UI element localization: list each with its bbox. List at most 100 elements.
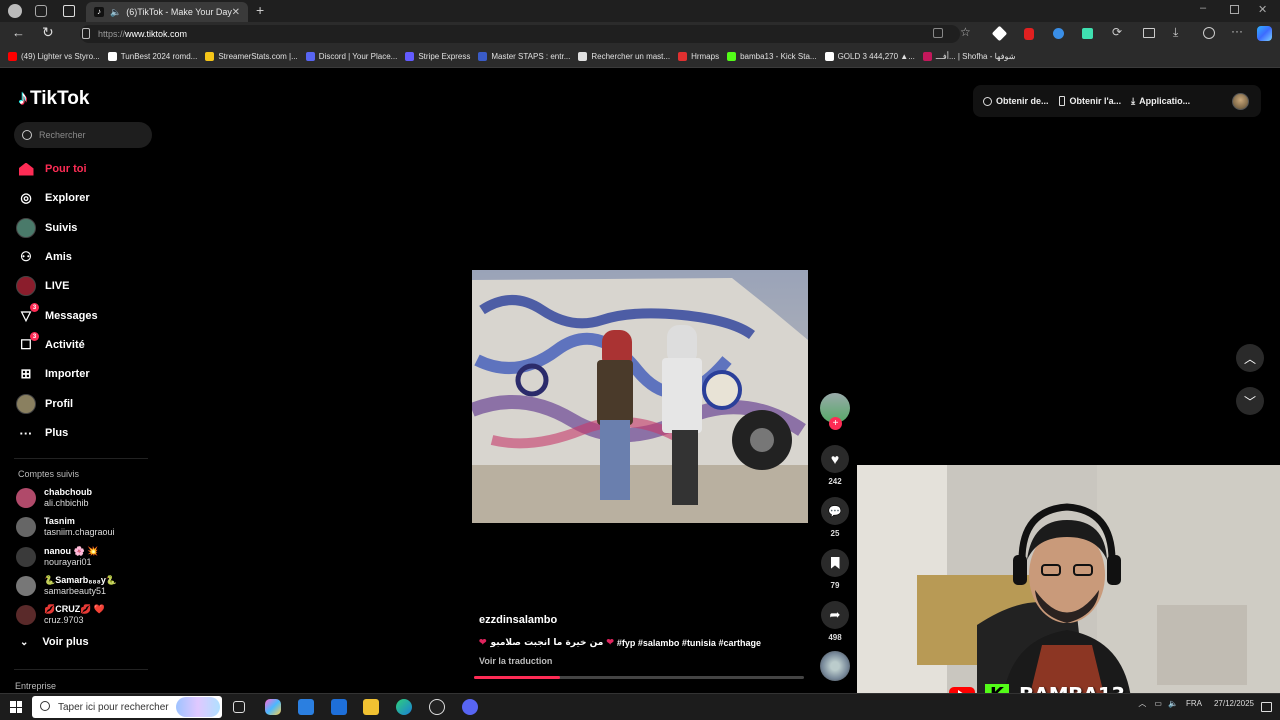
music-disc[interactable]: [820, 651, 850, 681]
followed-account[interactable]: Tasnim tasniim.chagraoui: [16, 514, 156, 540]
sidebar-item-upload[interactable]: ⊞ Importer: [16, 363, 90, 385]
speaker-icon[interactable]: 🔈: [110, 7, 121, 18]
followed-account[interactable]: chabchoub ali.chbichib: [16, 485, 156, 511]
search-input[interactable]: Rechercher: [14, 122, 152, 148]
get-app-button[interactable]: Obtenir l'a...: [1058, 96, 1121, 106]
notifications-icon[interactable]: [1261, 702, 1272, 712]
save-action[interactable]: 79: [821, 549, 849, 590]
read-aloud-icon[interactable]: [933, 28, 943, 38]
bookmark-item[interactable]: (49) Lighter vs Styro...: [8, 52, 100, 61]
extensions-icon[interactable]: ⟳: [1112, 25, 1122, 39]
messages-icon: ▽ 3: [16, 303, 39, 326]
caption-tags[interactable]: #fyp #salambo #tunisia #carthage: [617, 638, 761, 648]
bookmark-item[interactable]: GOLD 3 444,270 ▲...: [824, 52, 915, 61]
bookmark-icon[interactable]: [821, 549, 849, 577]
new-tab-icon[interactable]: +: [256, 2, 264, 18]
store-icon[interactable]: [298, 699, 314, 715]
extension-4-icon[interactable]: [1082, 28, 1093, 39]
sidebar-item-compass[interactable]: ◎ Explorer: [16, 187, 89, 209]
video-author[interactable]: ezzdinsalambo: [479, 614, 557, 626]
sidebar-item-live[interactable]: LIVE: [16, 275, 69, 297]
performance-icon[interactable]: [1203, 27, 1215, 39]
video-progress-bar[interactable]: [474, 676, 804, 679]
favorite-star-icon[interactable]: ☆: [960, 25, 971, 39]
network-icon[interactable]: ▭: [1154, 699, 1162, 708]
task-view-icon[interactable]: [233, 701, 245, 713]
bookmark-item[interactable]: bamba13 - Kick Sta...: [727, 52, 817, 61]
back-icon[interactable]: ←: [12, 25, 25, 40]
refresh-icon[interactable]: ↻: [42, 24, 54, 41]
clock-date[interactable]: 27/12/2025: [1214, 699, 1254, 708]
bookmark-item[interactable]: Master STAPS : entr...: [478, 52, 570, 61]
share-icon[interactable]: ➦: [821, 601, 849, 629]
sidebar-item-following[interactable]: Suivis: [16, 217, 77, 239]
translate-link[interactable]: Voir la traduction: [479, 656, 552, 666]
heart-icon[interactable]: ♥: [821, 445, 849, 473]
sidebar-item-activity[interactable]: ☐ 3 Activité: [16, 332, 85, 356]
extension-3-icon[interactable]: [1053, 28, 1064, 39]
user-avatar[interactable]: [1232, 93, 1249, 110]
extension-1-icon[interactable]: [991, 25, 1008, 42]
bookmark-item[interactable]: TunBest 2024 romd...: [107, 52, 198, 61]
minimize-icon[interactable]: –: [1200, 2, 1206, 14]
split-screen-icon[interactable]: [1143, 28, 1155, 38]
tiktok-logo[interactable]: ♪ TikTok: [18, 87, 89, 110]
next-video-button[interactable]: ﹀: [1236, 387, 1264, 415]
desktop-app-button[interactable]: ⤓ Applicatio...: [1131, 96, 1190, 107]
bookmark-item[interactable]: Discord | Your Place...: [305, 52, 397, 61]
previous-video-button[interactable]: ︿: [1236, 344, 1264, 372]
sidebar-item-home[interactable]: Pour toi: [16, 158, 87, 180]
extension-2-icon[interactable]: [1024, 28, 1034, 40]
bookmark-label: TunBest 2024 romd...: [120, 52, 198, 61]
tab-tiktok[interactable]: ♪ 🔈 (6)TikTok - Make Your Day ✕: [86, 2, 248, 22]
share-action[interactable]: ➦ 498: [821, 601, 849, 642]
edge-icon[interactable]: [396, 699, 412, 715]
windows-start-icon[interactable]: [10, 701, 22, 713]
bookmark-favicon-icon: [922, 52, 932, 61]
sidebar-item-more[interactable]: ··· Plus: [16, 422, 69, 444]
bookmark-item[interactable]: Hrmaps: [678, 52, 719, 61]
get-coins-button[interactable]: Obtenir de...: [983, 96, 1049, 106]
file-explorer-icon[interactable]: [363, 699, 379, 715]
copilot-icon[interactable]: [1257, 26, 1272, 41]
workspaces-icon[interactable]: [35, 5, 47, 17]
settings-more-icon[interactable]: ···: [1231, 24, 1243, 38]
tray-chevron-icon[interactable]: ︿: [1138, 698, 1146, 709]
top-actions: Obtenir de... Obtenir l'a... ⤓ Applicati…: [973, 85, 1261, 117]
url-input[interactable]: https://www.tiktok.com ☆: [80, 25, 971, 43]
language-indicator[interactable]: FRA: [1186, 699, 1202, 708]
followed-account[interactable]: 🐍Samarb₈₈₈y🐍 samarbeauty51: [16, 573, 156, 599]
bookmark-label: أفـــ... | Shofha - شوفها: [935, 52, 1016, 61]
comment-action[interactable]: 💬 25: [821, 497, 849, 538]
taskbar-search-input[interactable]: Taper ici pour rechercher: [32, 696, 222, 718]
tab-actions-icon[interactable]: [63, 5, 75, 17]
bookmark-item[interactable]: Rechercher un mast...: [578, 52, 670, 61]
profile-avatar-icon[interactable]: [8, 4, 22, 18]
close-tab-icon[interactable]: ✕: [232, 7, 240, 18]
follow-plus-icon[interactable]: +: [829, 417, 842, 430]
video-player[interactable]: [472, 270, 808, 523]
like-action[interactable]: ♥ 242: [821, 445, 849, 486]
downloads-icon[interactable]: ⤓: [1173, 25, 1178, 40]
bookmark-item[interactable]: StreamerStats.com |...: [205, 52, 298, 61]
see-more-button[interactable]: ⌄ Voir plus: [20, 636, 89, 648]
discord-icon[interactable]: [462, 699, 478, 715]
sidebar-item-profile[interactable]: Profil: [16, 393, 73, 415]
volume-icon[interactable]: 🔈: [1168, 699, 1178, 708]
bookmark-favicon-icon: [107, 52, 117, 61]
followed-account[interactable]: 💋CRUZ💋 ❤️ cruz.9703: [16, 602, 156, 628]
webcam-image: [857, 465, 1280, 707]
sidebar-item-friends[interactable]: ⚇ Amis: [16, 246, 72, 268]
mail-icon[interactable]: [331, 699, 347, 715]
comment-icon[interactable]: 💬: [821, 497, 849, 525]
bookmark-favicon-icon: [678, 52, 688, 61]
sidebar-item-messages[interactable]: ▽ 3 Messages: [16, 303, 98, 327]
bookmark-item[interactable]: Stripe Express: [405, 52, 470, 61]
creator-avatar[interactable]: +: [820, 393, 850, 430]
bookmark-item[interactable]: أفـــ... | Shofha - شوفها: [922, 52, 1016, 61]
followed-account[interactable]: nanou 🌸 💥 nourayari01: [16, 544, 156, 570]
maximize-icon[interactable]: [1230, 5, 1239, 14]
copilot-app-icon[interactable]: [265, 699, 281, 715]
obs-icon[interactable]: [429, 699, 445, 715]
close-window-icon[interactable]: ✕: [1258, 3, 1267, 16]
